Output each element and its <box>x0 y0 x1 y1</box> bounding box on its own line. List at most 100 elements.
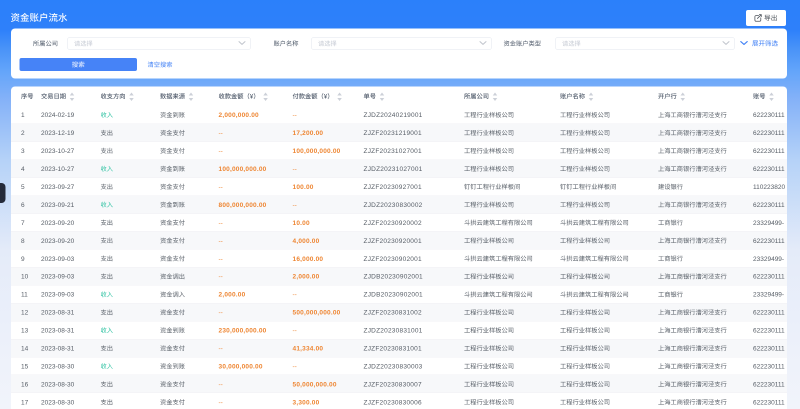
svg-text:2023-08-31: 2023-08-31 <box>41 346 75 353</box>
svg-text:800,000,000.00: 800,000,000.00 <box>219 202 267 209</box>
svg-text:622230111: 622230111 <box>753 346 785 353</box>
svg-text:--: -- <box>219 256 223 263</box>
svg-text:--: -- <box>293 112 297 119</box>
svg-text:2023-10-27: 2023-10-27 <box>41 148 75 155</box>
svg-text:100.00: 100.00 <box>293 184 314 191</box>
svg-text:ZJDZ20230830003: ZJDZ20230830003 <box>364 363 423 370</box>
svg-text:--: -- <box>293 166 297 173</box>
svg-text:ZJZF20230920001: ZJZF20230920001 <box>364 238 422 245</box>
svg-text:ZJDZ20230830002: ZJDZ20230830002 <box>364 202 423 209</box>
svg-text:--: -- <box>219 220 223 227</box>
svg-text:5: 5 <box>21 184 25 191</box>
svg-text:2,000.00: 2,000.00 <box>219 292 246 299</box>
svg-text:--: -- <box>219 346 223 353</box>
svg-text:10: 10 <box>21 274 29 281</box>
svg-text:13: 13 <box>21 328 29 335</box>
svg-text:ZJZF20230902001: ZJZF20230902001 <box>364 256 422 263</box>
svg-text:2,000.00: 2,000.00 <box>293 274 320 281</box>
svg-text:500,000,000.00: 500,000,000.00 <box>293 310 341 317</box>
svg-text:4: 4 <box>21 166 25 173</box>
svg-text:622230111: 622230111 <box>753 328 785 335</box>
svg-text:2023-09-03: 2023-09-03 <box>41 274 75 281</box>
svg-text:622230111: 622230111 <box>753 130 785 137</box>
svg-text:2023-08-30: 2023-08-30 <box>41 399 75 406</box>
svg-text:17,200.00: 17,200.00 <box>293 130 324 137</box>
svg-text:ZJDB20230902001: ZJDB20230902001 <box>364 292 424 299</box>
svg-text:2023-10-27: 2023-10-27 <box>41 166 75 173</box>
svg-text:ZJZF20230927001: ZJZF20230927001 <box>364 184 422 191</box>
svg-text:7: 7 <box>21 220 25 227</box>
svg-text:9: 9 <box>21 256 25 263</box>
svg-text:23329499-: 23329499- <box>753 292 784 299</box>
svg-text:--: -- <box>219 184 223 191</box>
svg-text:--: -- <box>219 130 223 137</box>
svg-text:622230111: 622230111 <box>753 310 785 317</box>
svg-text:16,000.00: 16,000.00 <box>293 256 324 263</box>
svg-text:2023-09-03: 2023-09-03 <box>41 292 75 299</box>
svg-text:ZJZF20230831001: ZJZF20230831001 <box>364 346 422 353</box>
svg-text:30,000,000.00: 30,000,000.00 <box>219 363 263 370</box>
svg-text:--: -- <box>219 310 223 317</box>
svg-text:2023-09-20: 2023-09-20 <box>41 220 75 227</box>
svg-text:--: -- <box>293 202 297 209</box>
svg-text:ZJDZ20240219001: ZJDZ20240219001 <box>364 112 423 119</box>
svg-text:622230111: 622230111 <box>753 112 785 119</box>
svg-text:230,000,000.00: 230,000,000.00 <box>219 328 267 335</box>
svg-text:--: -- <box>293 328 297 335</box>
svg-text:3,300.00: 3,300.00 <box>293 399 320 406</box>
svg-text:41,334.00: 41,334.00 <box>293 346 324 353</box>
svg-text:2: 2 <box>21 130 25 137</box>
svg-text:100,000,000.00: 100,000,000.00 <box>293 148 341 155</box>
svg-text:14: 14 <box>21 346 29 353</box>
svg-text:ZJZF20230830007: ZJZF20230830007 <box>364 381 422 388</box>
svg-text:622230111: 622230111 <box>753 166 785 173</box>
svg-text:2023-09-03: 2023-09-03 <box>41 256 75 263</box>
svg-text:2023-09-21: 2023-09-21 <box>41 202 75 209</box>
svg-text:2023-12-19: 2023-12-19 <box>41 130 75 137</box>
svg-text:12: 12 <box>21 310 29 317</box>
svg-text:23329499-: 23329499- <box>753 220 784 227</box>
svg-text:8: 8 <box>21 238 25 245</box>
svg-text:ZJZF20231219001: ZJZF20231219001 <box>364 130 422 137</box>
svg-text:100,000,000.00: 100,000,000.00 <box>219 166 267 173</box>
svg-text:--: -- <box>293 363 297 370</box>
svg-text:ZJZF20230920002: ZJZF20230920002 <box>364 220 422 227</box>
svg-text:4,000.00: 4,000.00 <box>293 238 320 245</box>
svg-text:2023-09-20: 2023-09-20 <box>41 238 75 245</box>
svg-text:--: -- <box>219 274 223 281</box>
svg-text:10.00: 10.00 <box>293 220 310 227</box>
svg-text:622230111: 622230111 <box>753 148 785 155</box>
svg-text:2023-09-27: 2023-09-27 <box>41 184 75 191</box>
svg-text:622230111: 622230111 <box>753 202 785 209</box>
svg-text:2023-08-30: 2023-08-30 <box>41 363 75 370</box>
svg-text:11: 11 <box>21 292 28 299</box>
svg-text:622230111: 622230111 <box>753 399 785 406</box>
svg-text:622230111: 622230111 <box>753 238 785 245</box>
svg-text:--: -- <box>219 381 223 388</box>
svg-text:2023-08-31: 2023-08-31 <box>41 310 75 317</box>
svg-text:622230111: 622230111 <box>753 363 785 370</box>
svg-text:110223820: 110223820 <box>753 184 785 191</box>
svg-text:--: -- <box>219 238 223 245</box>
svg-text:15: 15 <box>21 363 29 370</box>
svg-text:2023-08-30: 2023-08-30 <box>41 381 75 388</box>
svg-text:622230111: 622230111 <box>753 274 785 281</box>
svg-text:--: -- <box>293 292 297 299</box>
svg-text:ZJDZ20231027001: ZJDZ20231027001 <box>364 166 423 173</box>
svg-text:--: -- <box>219 148 223 155</box>
svg-text:17: 17 <box>21 399 29 406</box>
svg-text:6: 6 <box>21 202 25 209</box>
svg-text:ZJZF20230830006: ZJZF20230830006 <box>364 399 422 406</box>
svg-text:2024-02-19: 2024-02-19 <box>41 112 75 119</box>
svg-text:50,000,000.00: 50,000,000.00 <box>293 381 337 388</box>
svg-text:2023-08-31: 2023-08-31 <box>41 328 75 335</box>
svg-text:ZJZF20230831002: ZJZF20230831002 <box>364 310 422 317</box>
svg-text:ZJDB20230902001: ZJDB20230902001 <box>364 274 424 281</box>
svg-text:ZJZF20231027001: ZJZF20231027001 <box>364 148 422 155</box>
svg-text:16: 16 <box>21 381 29 388</box>
svg-text:1: 1 <box>21 112 25 119</box>
svg-text:622230111: 622230111 <box>753 381 785 388</box>
svg-text:3: 3 <box>21 148 25 155</box>
svg-text:23329499-: 23329499- <box>753 256 784 263</box>
svg-text:ZJDZ20230831001: ZJDZ20230831001 <box>364 328 423 335</box>
